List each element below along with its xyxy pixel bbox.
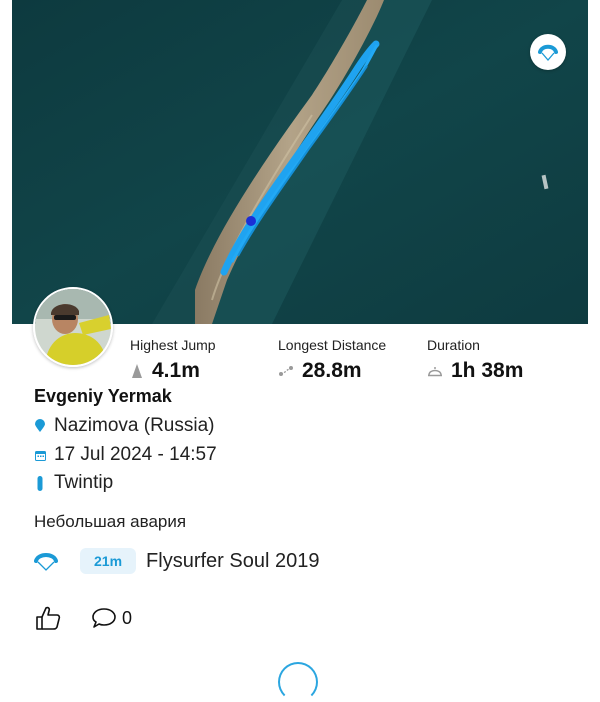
highest-jump-value: 4.1m — [152, 359, 200, 382]
duration-icon — [428, 367, 442, 377]
calendar-icon — [34, 450, 46, 461]
like-button[interactable] — [34, 604, 62, 632]
map-satellite-image — [12, 0, 588, 324]
board-row: Twintip — [34, 472, 113, 494]
comment-count: 0 — [122, 607, 133, 628]
avatar[interactable] — [33, 287, 113, 367]
location-row: Nazimova (Russia) — [34, 415, 214, 437]
kite-badge-button[interactable] — [530, 34, 566, 70]
comment-icon — [92, 608, 116, 628]
kite-icon — [538, 44, 558, 61]
gear-row[interactable]: 21m Flysurfer Soul 2019 — [34, 548, 319, 574]
social-actions: 0 — [34, 604, 132, 632]
duration-value: 1h 38m — [451, 359, 524, 382]
highest-jump-label: Highest Jump — [130, 337, 216, 353]
longest-distance-value: 28.8m — [302, 359, 362, 382]
distance-icon — [279, 366, 293, 376]
comment-button[interactable]: 0 — [90, 606, 132, 630]
location-text: Nazimova (Russia) — [54, 415, 215, 436]
jump-icon — [132, 364, 142, 378]
duration-label: Duration — [427, 337, 480, 353]
longest-distance-stat: Longest Distance 28.8m — [278, 337, 386, 383]
highest-jump-stat: Highest Jump 4.1m — [130, 337, 216, 383]
rider-name[interactable]: Evgeniy Yermak — [34, 386, 172, 407]
board-icon — [37, 475, 43, 491]
date-row: 17 Jul 2024 - 14:57 — [34, 444, 217, 466]
session-description: Небольшая авария — [34, 512, 187, 531]
duration-stat: Duration 1h 38m — [427, 337, 523, 383]
kite-name: Flysurfer Soul 2019 — [146, 549, 320, 572]
date-text: 17 Jul 2024 - 14:57 — [54, 444, 217, 465]
map-pin-icon — [35, 419, 45, 432]
kite-size-badge: 21m — [80, 548, 137, 574]
longest-distance-label: Longest Distance — [278, 337, 387, 353]
board-type-text: Twintip — [54, 472, 114, 493]
session-map[interactable] — [12, 0, 588, 324]
rider-photo — [35, 289, 111, 365]
kite-icon — [34, 553, 58, 571]
thumbs-up-icon — [36, 606, 61, 630]
crash-point-marker — [246, 216, 256, 226]
loading-spinner — [278, 662, 318, 702]
